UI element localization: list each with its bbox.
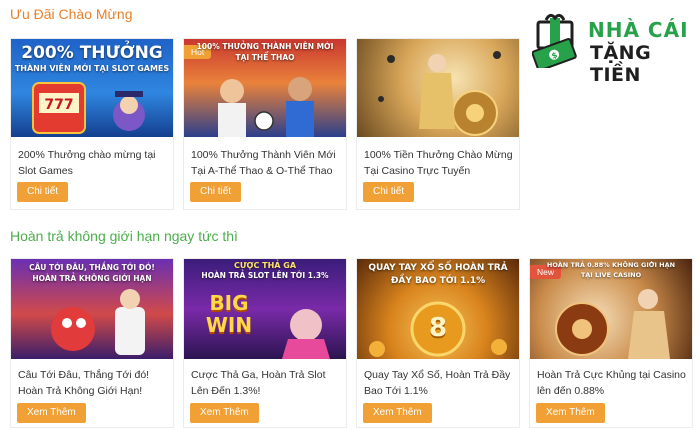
promo-card-lottery-refund[interactable]: QUAY TAY XỔ SỐ HOÀN TRẢ ĐẦY BAO TỚI 1.1%… bbox=[356, 258, 520, 428]
lucky-number: 8 bbox=[428, 313, 448, 343]
see-more-button[interactable]: Xem Thêm bbox=[363, 403, 432, 423]
banner-subline: HOÀN TRẢ SLOT LÊN TỚI 1.3% bbox=[201, 271, 329, 280]
details-button[interactable]: Chi tiết bbox=[190, 182, 242, 202]
lottery-coin-illustration bbox=[369, 301, 507, 357]
big-win-text-1: BIG bbox=[209, 291, 249, 315]
banner-headline: CƯỢC THẢ GA bbox=[233, 261, 297, 270]
banner-subline: HOÀN TRẢ KHÔNG GIỚI HẠN bbox=[32, 274, 152, 283]
details-button[interactable]: Chi tiết bbox=[17, 182, 69, 202]
promo-banner-image[interactable]: QUAY TAY XỔ SỐ HOÀN TRẢ ĐẦY BAO TỚI 1.1%… bbox=[357, 259, 519, 359]
banner-headline: CÂU TỚI ĐÂU, THẮNG TỚI ĐÓ! bbox=[29, 263, 155, 272]
promo-card-sports-welcome[interactable]: Hot 100% THƯỞNG THÀNH VIÊN MỚI TẠI THỂ T… bbox=[183, 38, 347, 210]
banner-headline: QUAY TAY XỔ SỐ HOÀN TRẢ bbox=[368, 263, 508, 273]
promo-description: 200% Thưởng chào mừng tại Slot Games bbox=[18, 149, 156, 177]
banner-subline: TẠI LIVE CASINO bbox=[580, 271, 642, 279]
promo-card-fishing-refund[interactable]: CÂU TỚI ĐÂU, THẮNG TỚI ĐÓ! HOÀN TRẢ KHÔN… bbox=[10, 258, 174, 428]
promo-card-casino-welcome[interactable]: 100% Tiền Thưởng Chào Mừng Tại Casino Tr… bbox=[356, 38, 520, 210]
promo-banner-image[interactable]: Hot 100% THƯỞNG THÀNH VIÊN MỚI TẠI THỂ T… bbox=[184, 39, 346, 137]
banner-headline: 200% THƯỞNG bbox=[21, 43, 163, 63]
gift-money-icon: $ bbox=[532, 13, 577, 68]
refund-section-title: Hoàn trả không giới hạn ngay tức thì bbox=[10, 228, 238, 244]
casino-woman-illustration bbox=[378, 51, 501, 136]
banner-headline: 100% THƯỞNG THÀNH VIÊN MỚI bbox=[196, 42, 334, 51]
see-more-button[interactable]: Xem Thêm bbox=[17, 403, 86, 423]
promo-description: Quay Tay Xổ Số, Hoàn Trả Đầy Bao Tới 1.1… bbox=[364, 369, 511, 397]
see-more-button[interactable]: Xem Thêm bbox=[536, 403, 605, 423]
welcome-section-title: Ưu Đãi Chào Mừng bbox=[10, 6, 133, 22]
promo-card-slot-welcome[interactable]: 777 200% THƯỞNG THÀNH VIÊN MỚI TẠI SLOT … bbox=[10, 38, 174, 210]
promo-card-live-casino-refund[interactable]: New HOÀN TRẢ 0.88% KHÔNG GIỚI HẠN TẠI LI… bbox=[529, 258, 693, 428]
banner-subline: ĐẦY BAO TỚI 1.1% bbox=[390, 276, 486, 286]
big-win-text-2: WIN bbox=[205, 313, 253, 337]
see-more-button[interactable]: Xem Thêm bbox=[190, 403, 259, 423]
promo-description: Câu Tới Đâu, Thắng Tới đó! Hoàn Trả Khôn… bbox=[18, 369, 150, 397]
promo-description: 100% Tiền Thưởng Chào Mừng Tại Casino Tr… bbox=[364, 149, 513, 177]
promo-card-slot-refund[interactable]: CƯỢC THẢ GA HOÀN TRẢ SLOT LÊN TỚI 1.3% B… bbox=[183, 258, 347, 428]
promo-description: Hoàn Trả Cực Khủng tại Casino lên đến 0.… bbox=[537, 369, 686, 397]
banner-subline: TẠI THỂ THAO bbox=[235, 53, 295, 62]
banner-headline: HOÀN TRẢ 0.88% KHÔNG GIỚI HẠN bbox=[546, 261, 676, 269]
promo-banner-image[interactable]: CÂU TỚI ĐÂU, THẮNG TỚI ĐÓ! HOÀN TRẢ KHÔN… bbox=[11, 259, 173, 359]
brand-line1: NHÀ CÁI bbox=[588, 18, 689, 42]
promo-description: Cược Thả Ga, Hoàn Trả Slot Lên Đến 1.3%! bbox=[191, 369, 326, 397]
promo-banner-image[interactable]: CƯỢC THẢ GA HOÀN TRẢ SLOT LÊN TỚI 1.3% B… bbox=[184, 259, 346, 359]
brand-line2: TẶNG TIỀN bbox=[590, 42, 652, 86]
details-button[interactable]: Chi tiết bbox=[363, 182, 415, 202]
promo-banner-image[interactable]: 777 200% THƯỞNG THÀNH VIÊN MỚI TẠI SLOT … bbox=[11, 39, 173, 137]
banner-subline: THÀNH VIÊN MỚI TẠI SLOT GAMES bbox=[14, 64, 170, 73]
promo-description: 100% Thưởng Thành Viên Mới Tại A-Thể Tha… bbox=[191, 149, 336, 177]
brand-logo[interactable]: $ NHÀ CÁI TẶNG TIỀN bbox=[532, 12, 696, 86]
promo-banner-image[interactable]: New HOÀN TRẢ 0.88% KHÔNG GIỚI HẠN TẠI LI… bbox=[530, 259, 692, 359]
promo-banner-image[interactable] bbox=[357, 39, 519, 137]
svg-text:777: 777 bbox=[44, 97, 73, 113]
